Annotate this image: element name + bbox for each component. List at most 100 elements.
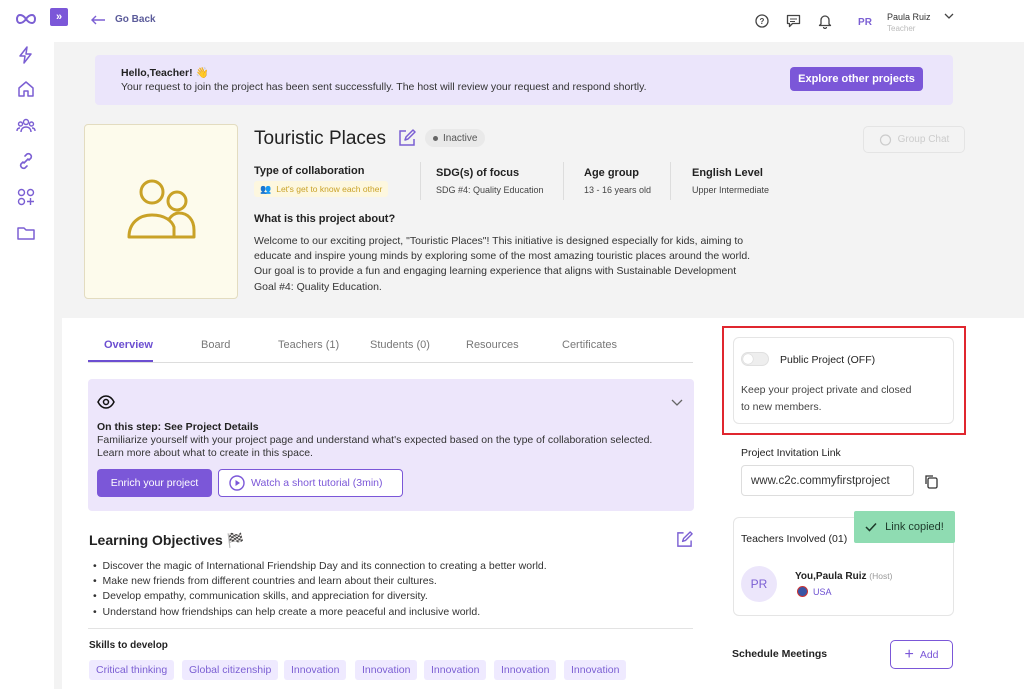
edit-title-icon[interactable] <box>398 129 416 147</box>
plus-icon: + <box>904 645 914 663</box>
watch-tutorial-label: Watch a short tutorial (3min) <box>251 477 383 489</box>
teacher-country: USA <box>797 586 832 597</box>
teacher-name: You,Paula Ruiz <box>795 571 867 582</box>
list-item: • Make new friends from different countr… <box>93 575 437 588</box>
chat-bubble-icon <box>879 133 891 146</box>
sdg-label: SDG(s) of focus <box>436 167 520 179</box>
tab-teachers[interactable]: Teachers (1) <box>278 339 339 351</box>
skill-chip: Innovation <box>494 660 557 680</box>
project-title: Touristic Places <box>254 128 386 149</box>
project-image <box>84 124 238 299</box>
about-line: Welcome to our exciting project, "Touris… <box>254 235 744 247</box>
tab-certificates[interactable]: Certificates <box>562 339 617 351</box>
schedule-meetings-title: Schedule Meetings <box>732 648 828 660</box>
skill-chip: Innovation <box>424 660 487 680</box>
list-item: • Develop empathy, communication skills,… <box>93 590 428 603</box>
top-bar <box>54 0 1024 42</box>
objectives-title: Learning Objectives 🏁 <box>89 532 245 548</box>
user-name: Paula Ruiz <box>887 12 931 22</box>
collab-badge: 👥 Let's get to know each other <box>254 181 389 197</box>
public-toggle[interactable] <box>741 352 769 366</box>
toast-message: Link copied! <box>885 521 944 533</box>
tab-students[interactable]: Students (0) <box>370 339 430 351</box>
invite-link-input[interactable]: www.c2c.commyfirstproject <box>741 465 914 496</box>
status-dot <box>433 135 438 141</box>
home-icon[interactable] <box>16 79 36 99</box>
watch-tutorial-button[interactable]: Watch a short tutorial (3min) <box>218 469 403 497</box>
skill-chip: Innovation <box>284 660 347 680</box>
public-project-desc: Keep your project private and closed <box>741 384 912 396</box>
eye-icon <box>97 395 115 409</box>
folder-icon[interactable] <box>16 223 36 243</box>
list-item: • Discover the magic of International Fr… <box>93 560 547 572</box>
divider <box>88 628 693 629</box>
tab-resources[interactable]: Resources <box>466 339 519 351</box>
enrich-project-button[interactable]: Enrich your project <box>97 469 212 497</box>
chevron-down-icon[interactable] <box>671 399 683 407</box>
expand-sidebar-button[interactable]: » <box>50 8 68 26</box>
sidebar <box>0 0 54 689</box>
step-title: On this step: See Project Details <box>97 421 259 433</box>
status-label: Inactive <box>443 132 478 144</box>
teacher-avatar: PR <box>741 566 777 602</box>
bell-icon[interactable] <box>818 13 832 29</box>
divider <box>420 162 421 200</box>
flag-icon <box>797 586 808 597</box>
skills-title: Skills to develop <box>89 640 168 651</box>
about-label: What is this project about? <box>254 213 396 225</box>
sdg-value: SDG #4: Quality Education <box>436 185 544 195</box>
banner-greeting: Hello,Teacher! 👋 <box>121 67 209 79</box>
chevron-down-icon[interactable] <box>944 13 954 20</box>
collab-label: Type of collaboration <box>254 165 365 177</box>
english-label: English Level <box>692 167 763 179</box>
collab-value: Let's get to know each other <box>276 184 383 194</box>
copy-icon[interactable] <box>924 474 938 489</box>
tabs-divider <box>88 362 693 363</box>
toggle-knob <box>743 354 753 364</box>
tab-board[interactable]: Board <box>201 339 230 351</box>
banner-message: Your request to join the project has bee… <box>121 81 647 93</box>
arrow-left-icon <box>91 15 105 24</box>
about-text: Welcome to our exciting project, "Touris… <box>254 234 784 295</box>
apps-add-icon[interactable] <box>16 187 36 207</box>
explore-projects-button[interactable]: Explore other projects <box>790 67 923 91</box>
public-project-desc: to new members. <box>741 401 822 413</box>
help-icon[interactable]: ? <box>755 14 769 28</box>
user-menu[interactable]: Paula Ruiz Teacher <box>887 12 931 33</box>
svg-text:?: ? <box>760 17 765 26</box>
link-icon[interactable] <box>16 151 36 171</box>
bolt-icon[interactable] <box>16 45 36 65</box>
toast: Link copied! <box>854 511 955 543</box>
group-chat-button[interactable]: Group Chat <box>863 126 965 153</box>
invite-link-label: Project Invitation Link <box>741 447 841 459</box>
divider <box>670 162 671 200</box>
go-back-label: Go Back <box>115 14 156 25</box>
tab-overview[interactable]: Overview <box>104 339 153 351</box>
skill-chip: Innovation <box>355 660 418 680</box>
community-icon[interactable] <box>16 115 36 135</box>
teacher-name-line: You,Paula Ruiz (Host) <box>795 571 892 582</box>
age-label: Age group <box>584 167 639 179</box>
people-icon: 👥 <box>260 183 272 194</box>
double-chevron-right-icon: » <box>55 11 63 23</box>
add-meeting-label: Add <box>919 648 939 661</box>
chat-icon[interactable] <box>786 14 801 28</box>
step-line: Learn more about what to create in this … <box>97 447 313 459</box>
english-value: Upper Intermediate <box>692 185 770 195</box>
go-back-link[interactable]: Go Back <box>90 14 156 25</box>
users-icon <box>127 179 196 239</box>
add-meeting-button[interactable]: + Add <box>890 640 953 669</box>
public-project-label: Public Project (OFF) <box>780 354 876 366</box>
skill-chip: Global citizenship <box>182 660 279 680</box>
play-circle-icon <box>229 475 245 491</box>
skill-chip: Critical thinking <box>89 660 175 680</box>
edit-objectives-icon[interactable] <box>676 531 693 548</box>
avatar[interactable]: PR <box>853 11 877 33</box>
infinity-logo-icon[interactable] <box>16 9 36 29</box>
age-value: 13 - 16 years old <box>584 185 652 195</box>
about-line: Our goal is to provide a fun and engagin… <box>254 265 737 278</box>
list-item: • Understand how friendships can help cr… <box>93 605 481 618</box>
objectives-list: • Discover the magic of International Fr… <box>93 559 547 620</box>
teachers-title: Teachers Involved (01) <box>741 533 848 545</box>
host-tag: (Host) <box>869 571 893 581</box>
